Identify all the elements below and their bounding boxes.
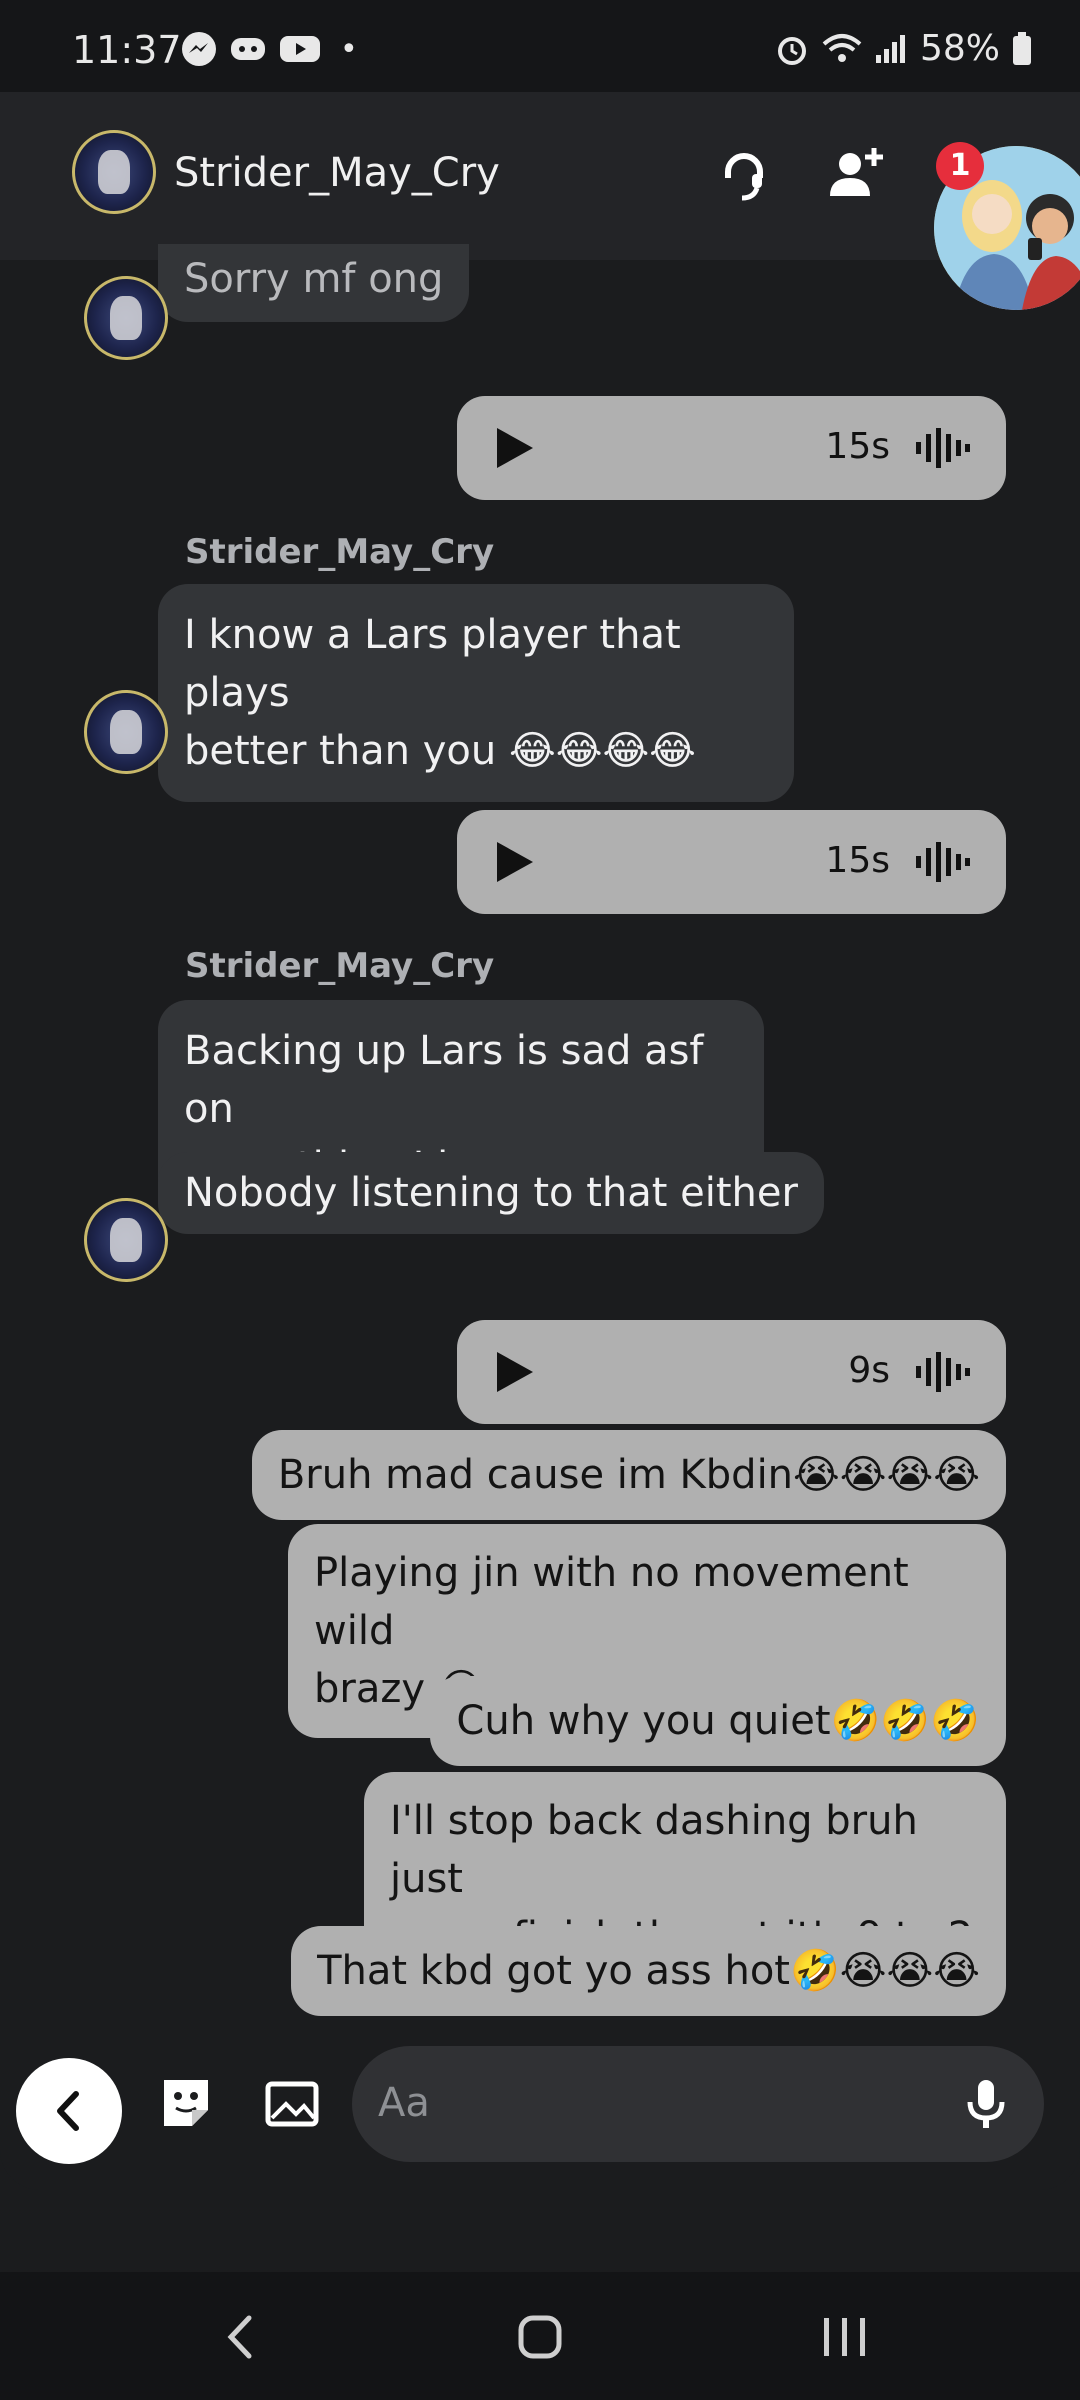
sender-name: Strider_May_Cry [185, 946, 495, 986]
status-bar: 11:37 • 58% [0, 0, 1080, 92]
incoming-message[interactable]: Sorry mf ong [158, 244, 470, 322]
play-icon[interactable] [497, 1352, 533, 1392]
more-notifications-dot: • [340, 31, 358, 67]
messenger-icon [182, 32, 216, 66]
outgoing-message[interactable]: Cuh why you quiet🤣🤣🤣 [430, 1676, 1006, 1766]
message-text: That kbd got yo ass hot🤣😭😭😭 [317, 1948, 980, 1994]
waveform-icon [916, 1352, 970, 1392]
message-input[interactable]: Aa [352, 2046, 1044, 2162]
outgoing-message[interactable]: Bruh mad cause im Kbdin😭😭😭😭 [251, 1430, 1006, 1520]
discord-icon [231, 38, 265, 60]
contact-avatar[interactable] [72, 130, 156, 214]
message-text-line: Backing up Lars is sad asf on [184, 1028, 704, 1132]
contact-name[interactable]: Strider_May_Cry [174, 150, 500, 196]
voice-message[interactable]: 15s [457, 396, 1006, 500]
message-text-line: better than you 😂😂😂😂 [184, 728, 696, 774]
message-text-line: I know a Lars player that plays [184, 612, 681, 716]
message-text-line: Playing jin with no movement wild [314, 1550, 909, 1654]
headset-icon[interactable] [714, 144, 774, 204]
chevron-left-icon [57, 2091, 79, 2131]
message-text: Sorry mf ong [184, 256, 444, 302]
microphone-icon[interactable] [958, 2076, 1014, 2132]
voice-duration: 15s [825, 426, 890, 467]
message-text: Nobody listening to that either [184, 1170, 798, 1216]
nav-recents-icon[interactable] [810, 2302, 880, 2372]
sticker-icon[interactable] [156, 2074, 216, 2134]
nav-back-icon[interactable] [205, 2302, 275, 2372]
incoming-message[interactable]: I know a Lars player that plays better t… [158, 584, 794, 802]
battery-percent: 58% [919, 28, 1000, 69]
add-friend-icon[interactable] [826, 144, 886, 204]
wifi-icon [822, 33, 862, 62]
play-icon[interactable] [497, 428, 533, 468]
sender-name: Strider_May_Cry [185, 532, 495, 572]
play-icon[interactable] [497, 842, 533, 882]
collapse-button[interactable] [16, 2058, 122, 2164]
battery-icon [1013, 31, 1031, 65]
system-icons: 58% [774, 28, 1032, 69]
notification-icons: • [180, 30, 358, 68]
message-text: Cuh why you quiet🤣🤣🤣 [456, 1698, 980, 1744]
voice-duration: 15s [825, 840, 890, 881]
waveform-icon [916, 842, 970, 882]
outgoing-message[interactable]: That kbd got yo ass hot🤣😭😭😭 [291, 1926, 1006, 2016]
incoming-message[interactable]: Nobody listening to that either [158, 1152, 824, 1234]
message-text-line: I'll stop back dashing bruh just [390, 1798, 918, 1902]
youtube-icon [280, 36, 320, 62]
voice-duration: 9s [848, 1350, 890, 1391]
waveform-icon [916, 428, 970, 468]
unread-badge: 1 [936, 142, 984, 190]
voice-message[interactable]: 9s [457, 1320, 1006, 1424]
alarm-icon [777, 36, 806, 65]
status-time: 11:37 [72, 28, 182, 72]
sender-avatar[interactable] [84, 690, 168, 774]
chat-header: Strider_May_Cry [0, 92, 1080, 260]
nav-home-icon[interactable] [505, 2302, 575, 2372]
message-text: Bruh mad cause im Kbdin😭😭😭😭 [277, 1452, 980, 1498]
sender-avatar[interactable] [84, 1198, 168, 1282]
gallery-icon[interactable] [262, 2074, 322, 2134]
voice-message[interactable]: 15s [457, 810, 1006, 914]
system-navigation-bar [0, 2272, 1080, 2400]
message-input-placeholder: Aa [378, 2080, 430, 2126]
sender-avatar[interactable] [84, 276, 168, 360]
signal-icon [875, 34, 905, 63]
